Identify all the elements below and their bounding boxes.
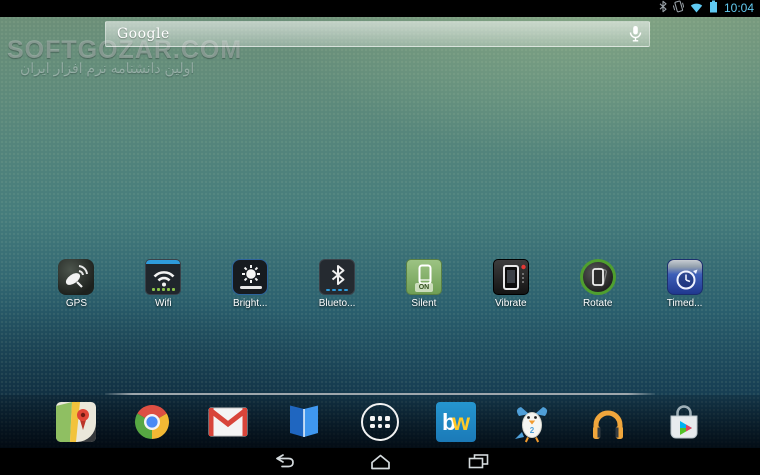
shortcut-label: Wifi [154,298,172,309]
shortcut-gps[interactable]: GPS [33,259,120,309]
shortcut-wifi[interactable]: Wifi [120,259,207,309]
google-logo: Google [117,26,170,42]
shortcut-label: GPS [65,298,87,309]
shortcut-vibrate[interactable]: Vibrate [467,259,554,309]
bw-letter-w: w [452,408,470,435]
dock-play-music[interactable] [570,401,646,443]
dock-chrome[interactable] [114,401,190,443]
play-music-icon [587,401,629,443]
watermark-subtitle: اولین دانشنامه نرم افزار ایران [20,60,195,76]
google-maps-icon [55,401,97,443]
vibrate-icon [672,0,685,18]
shortcut-label: Blueto... [318,298,356,309]
shortcut-silent[interactable]: ON Silent [381,259,468,309]
shortcut-label: Vibrate [495,298,527,309]
dock-divider [105,393,655,395]
dock-bw-app[interactable]: b w [418,402,494,442]
wifi-icon [690,0,703,18]
shortcut-brightness[interactable]: Bright... [207,259,294,309]
shortcut-label: Bright... [232,298,268,309]
bird-app-icon: 2 [511,401,553,443]
shortcut-label: Rotate [582,298,613,309]
status-bar[interactable]: 10:04 [0,0,760,17]
home-button[interactable] [358,451,402,473]
dock-bird-app[interactable]: 2 [494,401,570,443]
app-drawer-icon [361,403,399,441]
play-books-icon [283,401,325,443]
dock-app-drawer[interactable] [342,403,418,441]
back-button[interactable] [260,451,304,473]
dock: b w 2 [38,401,722,443]
battery-icon [709,0,718,18]
shortcut-label: Silent [411,298,437,309]
rotate-phone-icon [579,259,616,295]
bluetooth-toggle-icon [319,259,356,295]
bw-app-icon: b w [436,402,476,442]
brightness-toggle-icon [232,259,269,295]
gps-satellite-icon [58,259,95,295]
google-search-bar[interactable]: Google [105,21,650,47]
gmail-icon [207,401,249,443]
microphone-icon[interactable] [629,25,642,43]
shortcut-timed[interactable]: Timed... [641,259,728,309]
dock-play-store[interactable] [646,401,722,443]
play-store-icon [663,401,705,443]
dock-gmail[interactable] [190,401,266,443]
bluetooth-icon [659,0,667,18]
vibrate-phone-icon [492,259,529,295]
shortcut-label: Timed... [666,298,703,309]
status-clock: 10:04 [723,1,754,15]
bird-badge: 2 [529,426,535,435]
recents-button[interactable] [456,451,500,473]
wifi-toggle-icon [145,259,182,295]
shortcut-bluetooth[interactable]: Blueto... [294,259,381,309]
android-home-screen: 10:04 Google SOFTGOZAR.COM اولین دانشنام… [0,0,760,475]
timed-clock-icon [666,259,703,295]
silent-phone-icon: ON [405,259,442,295]
shortcut-row: GPS Wifi Bright... Blueto... ON Silent V… [33,259,728,309]
navigation-bar [0,448,760,475]
dock-maps[interactable] [38,401,114,443]
dock-play-books[interactable] [266,401,342,443]
chrome-icon [131,401,173,443]
shortcut-rotate[interactable]: Rotate [554,259,641,309]
silent-on-badge: ON [414,283,433,292]
